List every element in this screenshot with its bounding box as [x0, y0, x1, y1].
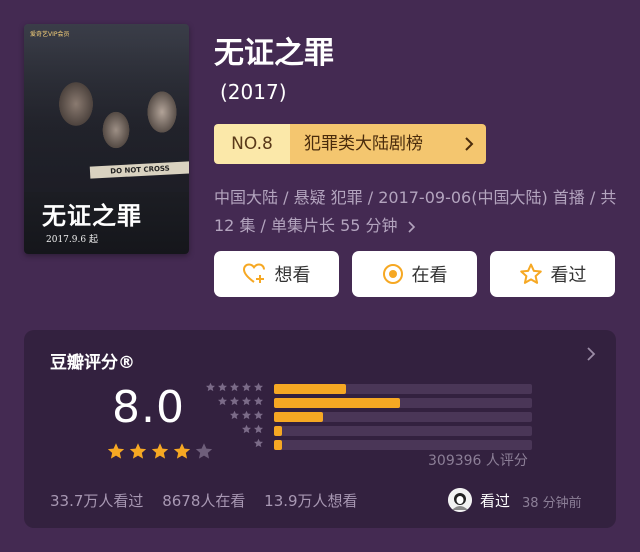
star-icon	[107, 443, 125, 459]
star-icon	[254, 396, 263, 406]
rating-bar	[274, 440, 282, 450]
rating-row-stars	[241, 424, 264, 435]
watching-count: 8678人在看	[162, 492, 246, 510]
rank-badge[interactable]: NO.8 犯罪类大陆剧榜	[214, 124, 486, 164]
star-icon	[230, 396, 239, 406]
star-outline-icon	[519, 263, 543, 285]
star-icon	[242, 396, 251, 406]
want-to-watch-button[interactable]: 想看	[214, 251, 339, 297]
movie-poster[interactable]: 爱奇艺VIP会员 DO NOT CROSS 无证之罪 2017.9.6 起	[24, 24, 189, 254]
avatar[interactable]	[448, 488, 472, 512]
rating-bar-track	[274, 426, 532, 436]
heart-plus-icon	[242, 263, 267, 285]
rating-bar	[274, 384, 347, 394]
watched-label: 看过	[550, 265, 587, 286]
rating-count: 309396 人评分	[428, 453, 528, 469]
star-icon	[254, 438, 263, 448]
target-icon	[382, 263, 404, 285]
star-icon	[151, 443, 169, 459]
star-icon	[129, 443, 147, 459]
want-count: 13.9万人想看	[264, 492, 358, 510]
rating-bar	[274, 426, 282, 436]
star-icon	[230, 382, 239, 392]
watched-button[interactable]: 看过	[490, 251, 615, 297]
poster-date: 2017.9.6 起	[46, 235, 98, 245]
want-to-watch-label: 想看	[274, 265, 311, 286]
movie-year: (2017)	[220, 80, 287, 104]
rating-stars	[106, 442, 214, 462]
watching-label: 在看	[411, 265, 448, 286]
star-icon	[254, 382, 263, 392]
rating-bar	[274, 412, 324, 422]
star-icon	[206, 382, 215, 392]
poster-title: 无证之罪	[42, 201, 142, 230]
rank-list-label: 犯罪类大陆剧榜	[304, 134, 423, 154]
rating-row-stars	[229, 410, 264, 421]
rating-bar-track	[274, 384, 532, 394]
rank-list-name: 犯罪类大陆剧榜	[290, 124, 486, 164]
star-icon	[173, 443, 191, 459]
rating-row-stars	[253, 438, 264, 449]
chevron-right-icon	[408, 220, 415, 233]
stats-row: 33.7万人看过 8678人在看 13.9万人想看	[50, 490, 372, 511]
rating-score: 8.0	[112, 382, 185, 433]
rating-bar	[274, 398, 401, 408]
rating-title: 豆瓣评分®	[50, 353, 135, 373]
user-time: 38 分钟前	[522, 496, 582, 511]
star-icon	[230, 410, 239, 420]
rating-bar-track	[274, 412, 532, 422]
star-icon	[254, 424, 263, 434]
rating-bar-track	[274, 398, 532, 408]
star-icon	[242, 424, 251, 434]
poster-tag: 爱奇艺VIP会员	[30, 31, 70, 38]
star-icon	[254, 410, 263, 420]
star-icon	[218, 396, 227, 406]
star-icon	[218, 382, 227, 392]
chevron-right-icon	[464, 124, 474, 164]
rank-number: NO.8	[214, 124, 290, 164]
star-icon	[242, 410, 251, 420]
movie-meta[interactable]: 中国大陆 / 悬疑 犯罪 / 2017-09-06(中国大陆) 首播 / 共 1…	[214, 184, 624, 240]
rating-card: 豆瓣评分® 8.0 309396 人评分 33.7万人看过 8678人在看 13…	[24, 330, 616, 528]
chevron-right-icon[interactable]	[586, 346, 596, 366]
rating-row-stars	[217, 396, 264, 407]
movie-title: 无证之罪	[214, 36, 334, 71]
star-icon	[242, 382, 251, 392]
watched-count: 33.7万人看过	[50, 492, 144, 510]
watching-button[interactable]: 在看	[352, 251, 477, 297]
rating-bar-track	[274, 440, 532, 450]
rating-row-stars	[205, 382, 264, 393]
user-status: 看过	[480, 492, 511, 510]
